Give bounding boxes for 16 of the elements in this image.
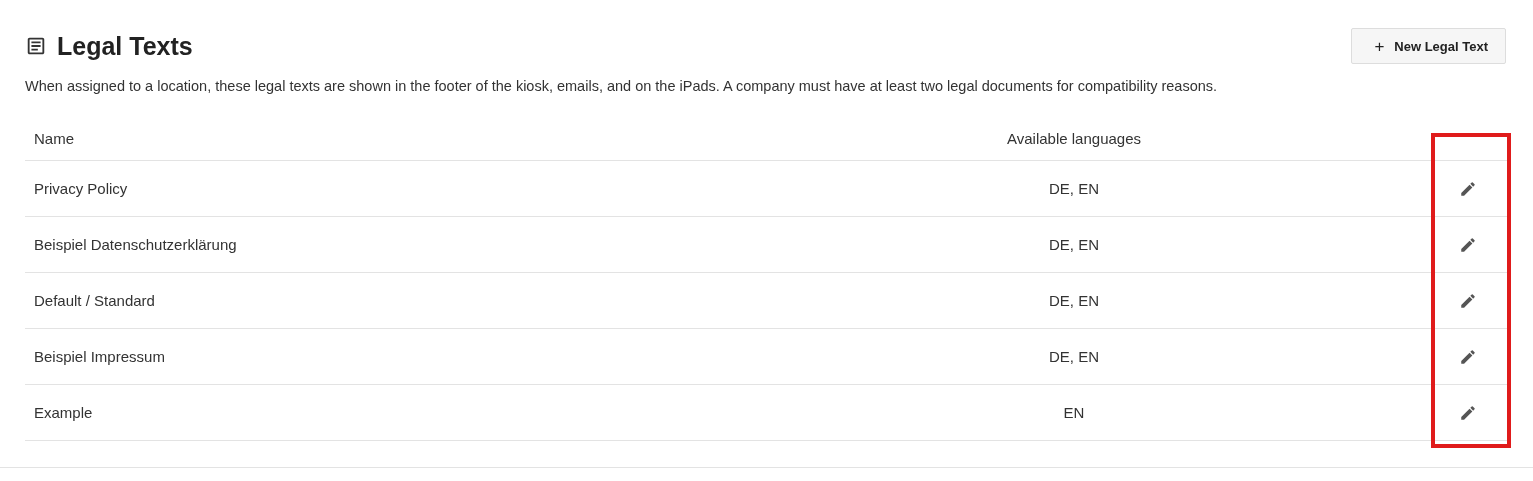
table-cell-text: Default / Standard bbox=[33, 292, 156, 309]
document-icon bbox=[25, 35, 47, 57]
table-cell-text: Beispiel Impressum bbox=[33, 348, 166, 365]
page-title: Legal Texts bbox=[57, 31, 193, 61]
column-header: Name bbox=[33, 130, 75, 147]
table-cell-text: DE, EN bbox=[1048, 180, 1100, 197]
column-header: Available languages bbox=[1006, 130, 1142, 147]
table-cell-text: Beispiel Datenschutzerklärung bbox=[33, 236, 238, 253]
table-cell-text: DE, EN bbox=[1048, 348, 1100, 365]
description-text: When assigned to a location, these legal texts are shown in the footer of the kiosk, emails, and on the iPads. A company must have at least two legal documents for compatibility reasons. bbox=[25, 78, 1219, 94]
table-cell-text: Example bbox=[33, 404, 94, 421]
table-cell-text: Privacy Policy bbox=[33, 180, 129, 197]
table-cell-text: DE, EN bbox=[1048, 236, 1100, 253]
table-cell-text: DE, EN bbox=[1048, 292, 1100, 309]
table-cell-text: EN bbox=[1062, 404, 1086, 421]
new-legal-text-button[interactable]: + New Legal Text bbox=[1351, 28, 1506, 64]
